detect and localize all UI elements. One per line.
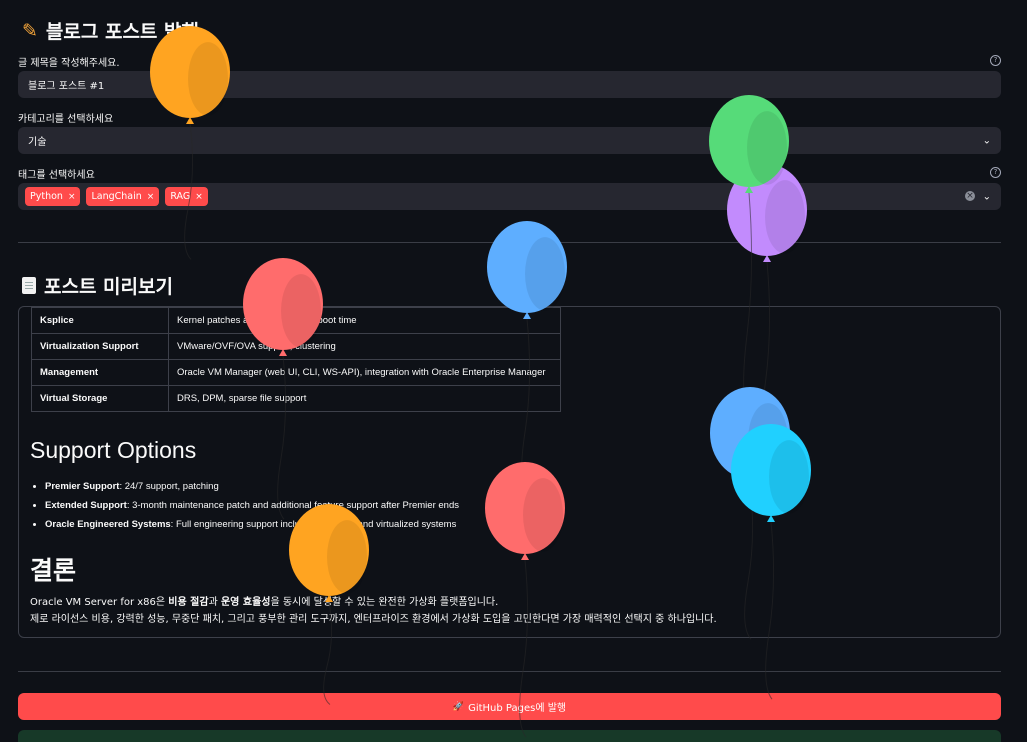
preview-container: Ksplice Kernel patches applied without re… bbox=[18, 306, 1001, 638]
support-item-name: Oracle Engineered Systems bbox=[45, 519, 171, 530]
preview-title: 포스트 미리보기 bbox=[22, 272, 173, 299]
list-item: Premier Support: 24/7 support, patching bbox=[45, 477, 459, 496]
support-item-desc: : 3-month maintenance patch and addition… bbox=[126, 500, 459, 511]
page-title: ✎ 블로그 포스트 발행 bbox=[22, 17, 199, 44]
title-input-value: 블로그 포스트 #1 bbox=[28, 81, 105, 92]
document-icon bbox=[22, 277, 36, 294]
chevron-down-icon[interactable]: ⌄ bbox=[983, 191, 991, 202]
table-row: Virtualization Support VMware/OVF/OVA sup… bbox=[31, 333, 561, 360]
page-title-text: 블로그 포스트 발행 bbox=[45, 21, 199, 43]
table-key: Virtual Storage bbox=[31, 385, 169, 412]
support-item-name: Premier Support bbox=[45, 481, 120, 492]
support-item-name: Extended Support bbox=[45, 500, 127, 511]
tag-chip[interactable]: LangChain × bbox=[86, 187, 160, 206]
remove-tag-icon[interactable]: × bbox=[68, 192, 76, 202]
tag-label: RAG bbox=[170, 191, 191, 202]
text-run: 을 동시에 달성할 수 있는 완전한 가상화 플랫폼입니다. bbox=[270, 597, 499, 608]
conclusion-heading: 결론 bbox=[30, 556, 77, 585]
support-options-heading: Support Options bbox=[30, 437, 197, 463]
memo-icon: ✎ bbox=[22, 19, 38, 42]
tags-label: 태그를 선택하세요 bbox=[18, 170, 95, 181]
divider bbox=[18, 671, 1001, 672]
table-key: Ksplice bbox=[31, 307, 169, 334]
table-row: Virtual Storage DRS, DPM, sparse file sup… bbox=[31, 385, 561, 412]
list-item: Extended Support: 3-month maintenance pa… bbox=[45, 496, 459, 515]
text-run: 과 bbox=[208, 597, 221, 608]
text-strong: 운영 효율성 bbox=[220, 597, 271, 608]
tag-chip[interactable]: Python × bbox=[25, 187, 81, 206]
title-input[interactable]: 블로그 포스트 #1 bbox=[18, 71, 1001, 98]
table-row: Management Oracle VM Manager (web UI, CLI… bbox=[31, 359, 561, 386]
preview-title-text: 포스트 미리보기 bbox=[44, 276, 173, 298]
publish-button-label: GitHub Pages에 발행 bbox=[468, 703, 567, 714]
text-run: Oracle VM Server for x86은 bbox=[30, 597, 169, 608]
chevron-down-icon[interactable]: ⌄ bbox=[983, 135, 991, 146]
help-icon[interactable]: ? bbox=[990, 55, 1001, 66]
support-list: Premier Support: 24/7 support, patching … bbox=[31, 477, 459, 534]
spec-table: Ksplice Kernel patches applied without re… bbox=[31, 307, 561, 412]
tag-label: LangChain bbox=[91, 191, 142, 202]
clear-all-icon[interactable]: × bbox=[965, 191, 975, 201]
table-row: Ksplice Kernel patches applied without re… bbox=[31, 307, 561, 334]
tag-chip[interactable]: RAG × bbox=[165, 187, 208, 206]
conclusion-paragraph: Oracle VM Server for x86은 비용 절감과 운영 효율성을… bbox=[30, 594, 990, 611]
remove-tag-icon[interactable]: × bbox=[195, 192, 203, 202]
tag-label: Python bbox=[30, 191, 63, 202]
table-key: Virtualization Support bbox=[31, 333, 169, 360]
category-selected-value: 기술 bbox=[28, 137, 47, 148]
table-key: Management bbox=[31, 359, 169, 386]
divider bbox=[18, 242, 1001, 243]
rocket-icon: 🚀 bbox=[452, 701, 465, 712]
publish-github-pages-button[interactable]: 🚀 GitHub Pages에 발행 bbox=[18, 693, 1001, 720]
conclusion-paragraph: 제로 라이선스 비용, 강력한 성능, 무중단 패치, 그리고 풍부한 관리 도… bbox=[30, 614, 717, 625]
table-value: DRS, DPM, sparse file support bbox=[168, 385, 561, 412]
title-field-label: 글 제목을 작성해주세요. bbox=[18, 58, 120, 69]
table-value: Oracle VM Manager (web UI, CLI, WS-API),… bbox=[168, 359, 561, 386]
conclusion-text: Oracle VM Server for x86은 비용 절감과 운영 효율성을… bbox=[30, 594, 990, 628]
help-icon[interactable]: ? bbox=[990, 167, 1001, 178]
support-item-desc: : Full engineering support including phy… bbox=[170, 519, 457, 530]
category-select[interactable]: 기술 ⌄ bbox=[18, 127, 1001, 154]
status-bar bbox=[18, 730, 1001, 742]
category-label: 카테고리를 선택하세요 bbox=[18, 114, 114, 125]
table-value: Kernel patches applied without reboot ti… bbox=[168, 307, 561, 334]
remove-tag-icon[interactable]: × bbox=[147, 192, 155, 202]
table-value: VMware/OVF/OVA support, clustering bbox=[168, 333, 561, 360]
list-item: Oracle Engineered Systems: Full engineer… bbox=[45, 515, 459, 534]
text-strong: 비용 절감 bbox=[168, 597, 209, 608]
support-item-desc: : 24/7 support, patching bbox=[119, 481, 219, 492]
tags-multiselect[interactable]: Python × LangChain × RAG × × ⌄ bbox=[18, 183, 1001, 210]
